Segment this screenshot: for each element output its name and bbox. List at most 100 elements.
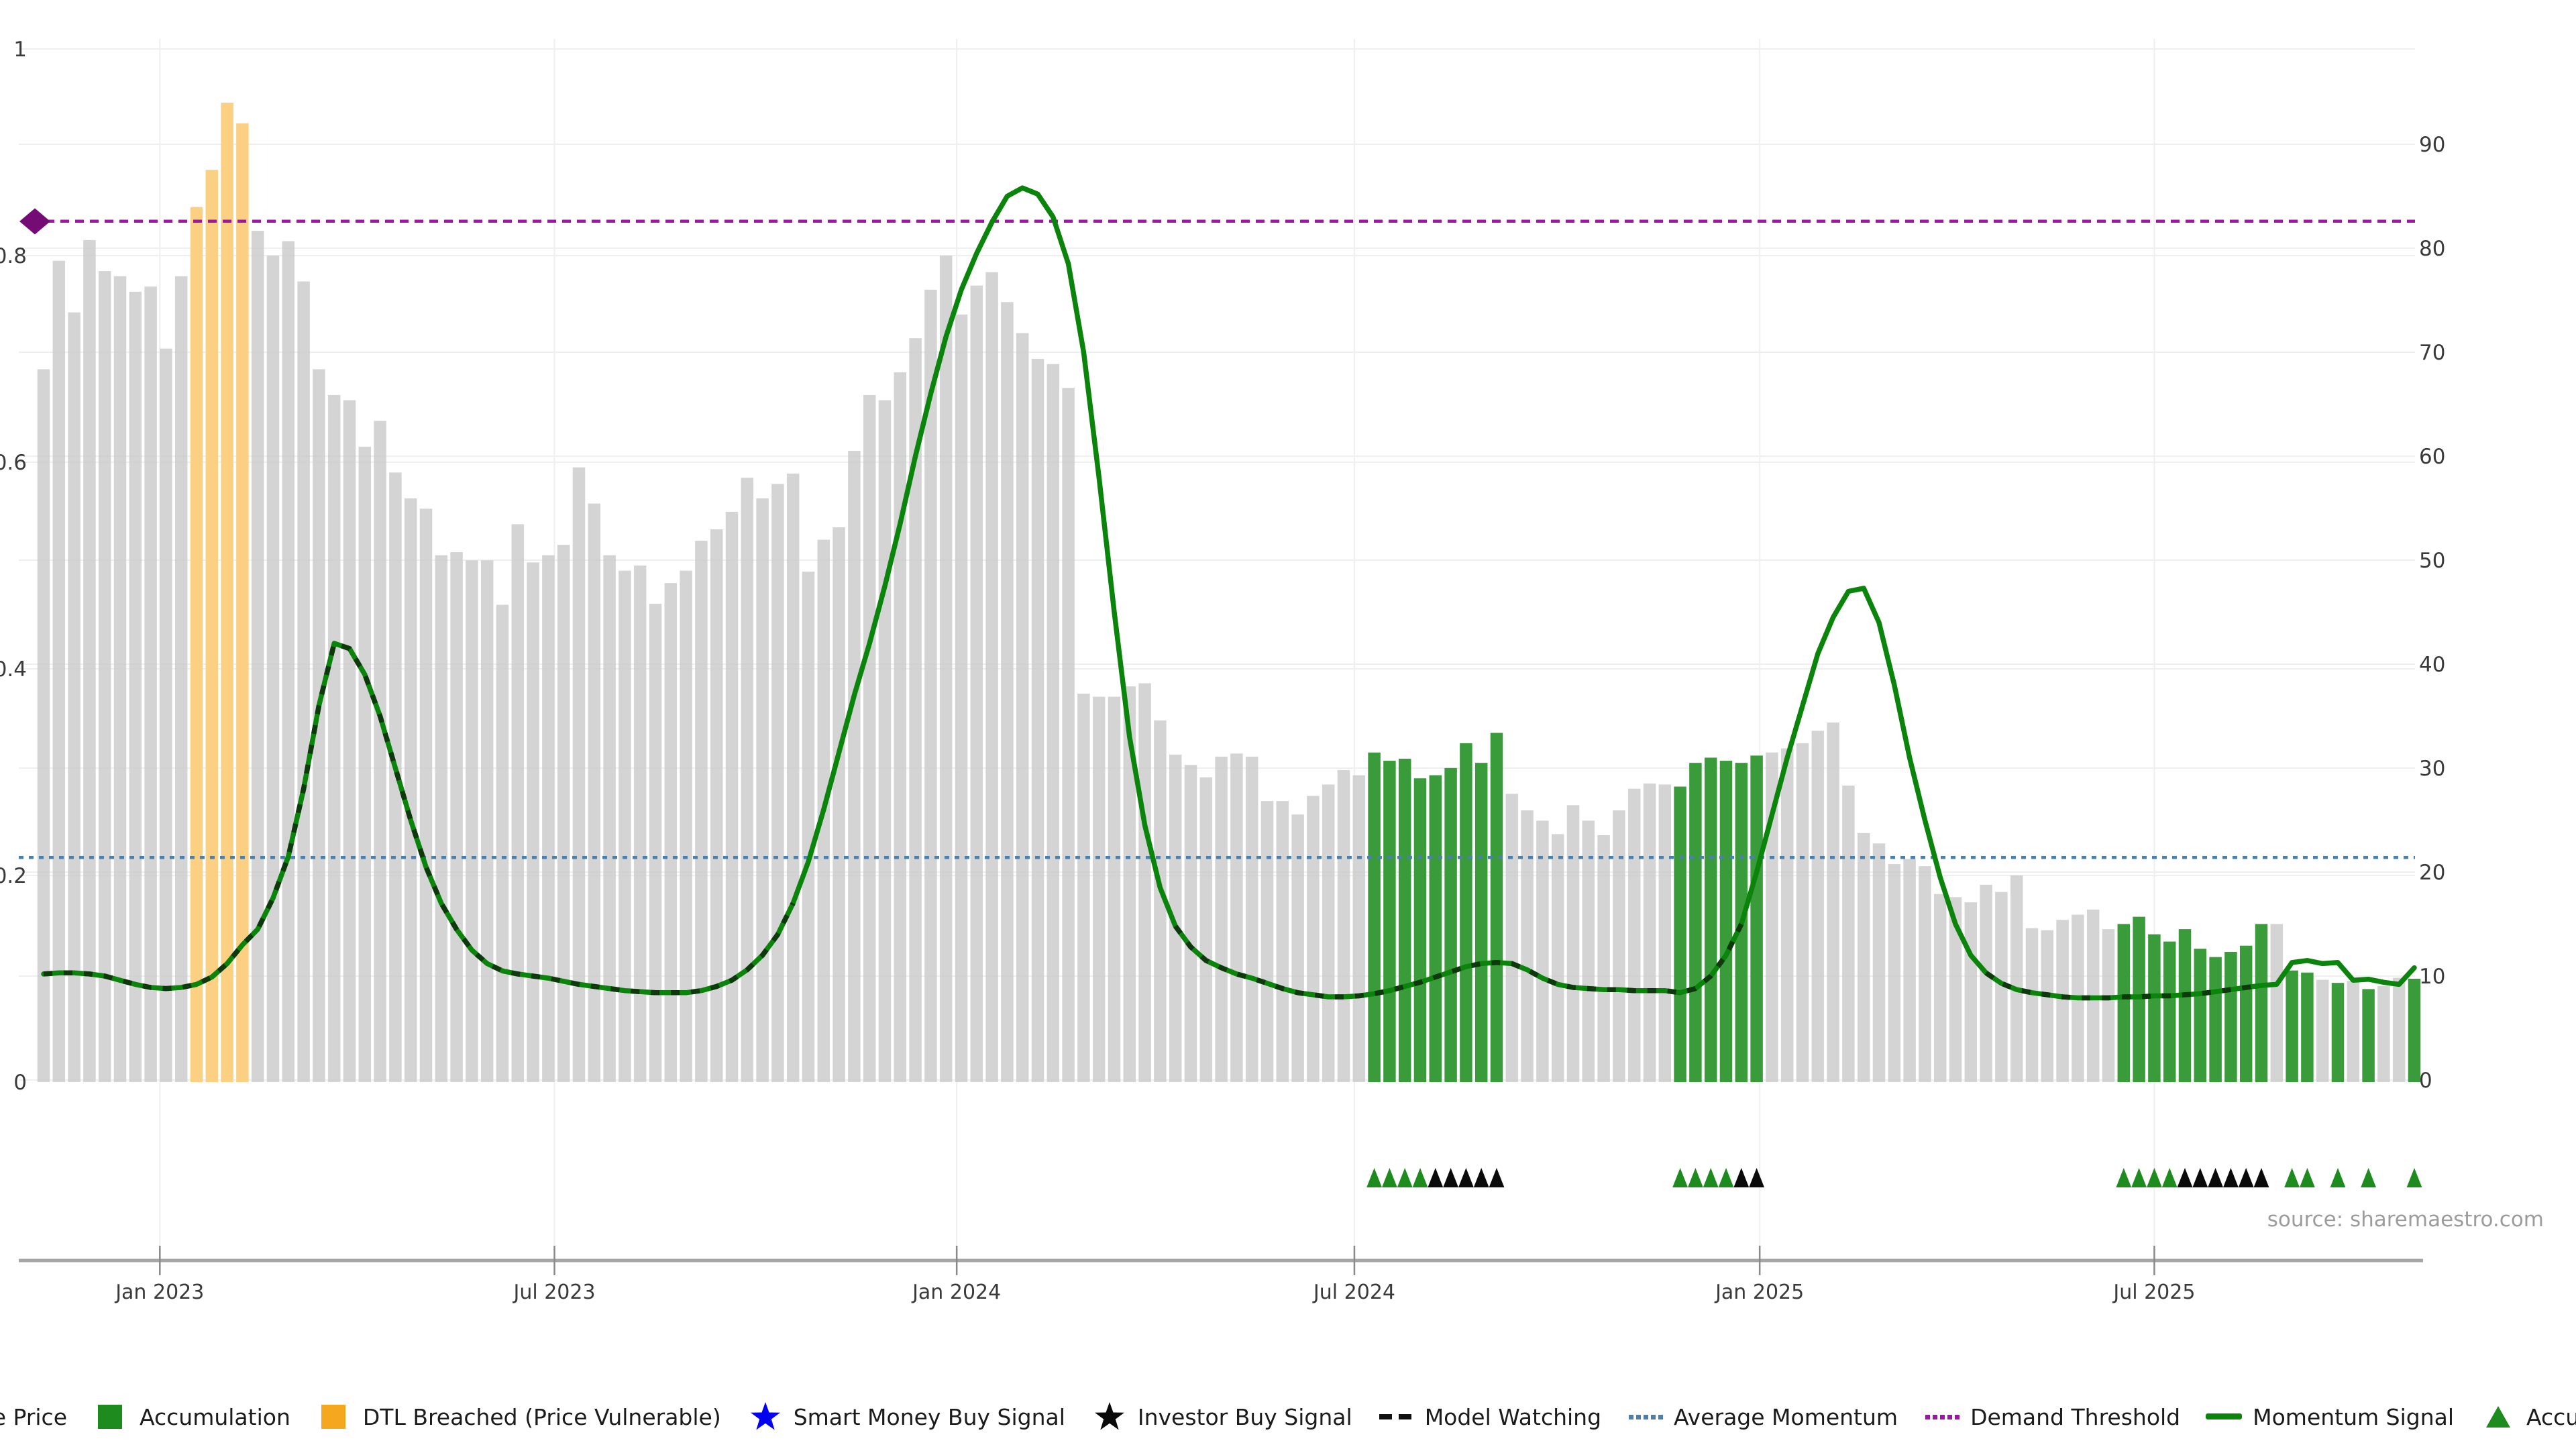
close-price-bar (99, 271, 111, 1082)
close-price-bar (1582, 820, 1595, 1082)
accumulation-bar (2133, 917, 2145, 1082)
legend-label: Accumulation (2526, 1404, 2576, 1430)
close-price-bar (1965, 902, 1978, 1082)
x-axis-tick-label: Jan 2025 (1714, 1281, 1804, 1304)
close-price-bar (2393, 977, 2406, 1082)
close-price-bar (1062, 388, 1075, 1082)
close-price-bar (2102, 929, 2115, 1082)
legend-item-accumulation: Accumulation (2479, 1401, 2576, 1433)
close-price-bar (1047, 364, 1060, 1082)
close-price-bar (481, 560, 494, 1082)
close-price-bar (1230, 753, 1243, 1082)
close-price-bar (680, 571, 692, 1082)
close-price-bar (649, 604, 662, 1082)
demand-threshold-diamond-icon (19, 209, 50, 235)
close-price-bar (1613, 810, 1625, 1082)
chart-window: Jan 2023Jul 2023Jan 2024Jul 2024Jan 2025… (0, 0, 2576, 1449)
close-price-bar (2010, 875, 2023, 1082)
close-price-bar (1032, 359, 1044, 1082)
accumulation-triangle-icon (2479, 1401, 2517, 1433)
right-axis-tick-label: 60 (2419, 445, 2445, 469)
close-price-bar (665, 583, 678, 1082)
legend-item-close-price: Close Price (0, 1401, 67, 1433)
accumulation-bar (2362, 989, 2375, 1082)
investor-triangle-icon (1443, 1168, 1458, 1187)
close-price-bar (527, 562, 539, 1082)
model-watching-segment (1175, 924, 1741, 998)
close-price-bar (1597, 835, 1610, 1082)
legend-item-dtl-breached-price-vulnerable: DTL Breached (Price Vulnerable) (316, 1401, 721, 1433)
close-price-bar (1796, 743, 1809, 1082)
average-momentum-dotted-icon (1627, 1401, 1664, 1433)
left-axis-tick-label: 0 (13, 1071, 27, 1095)
accumulation-triangle-icon (1382, 1168, 1397, 1187)
accumulation-triangle-icon (1672, 1168, 1688, 1187)
right-axis-tick-label: 0 (2419, 1069, 2432, 1093)
close-price-bar (420, 508, 433, 1082)
close-price-bar (1644, 784, 1656, 1082)
accumulation-bar (2194, 949, 2207, 1082)
close-price-bar (129, 292, 142, 1082)
investor-buy-signal-star-icon (1091, 1401, 1128, 1433)
close-price-bar (542, 555, 555, 1082)
dtl-breached-price-vulnerable-square-icon (316, 1401, 354, 1433)
accumulation-triangle-icon (2284, 1168, 2300, 1187)
accumulation-triangle-icon (1688, 1168, 1703, 1187)
investor-triangle-icon (1474, 1168, 1489, 1187)
investor-triangle-icon (1733, 1168, 1749, 1187)
accumulation-bar (1491, 733, 1503, 1082)
close-price-bar (1506, 794, 1519, 1082)
legend-label: Accumulation (140, 1404, 290, 1430)
close-price-bar (374, 421, 386, 1082)
legend-label: Close Price (0, 1404, 67, 1430)
investor-triangle-icon (1458, 1168, 1474, 1187)
close-price-bar (1934, 894, 1947, 1082)
accumulation-bar (1705, 757, 1717, 1082)
close-price-bar (1827, 722, 1839, 1082)
close-price-bar (573, 468, 586, 1082)
accumulation-bar (1674, 787, 1686, 1082)
accumulation-triangle-icon (1703, 1168, 1719, 1187)
close-price-bar (1919, 866, 1931, 1082)
close-price-bar (1108, 697, 1121, 1082)
accumulation-triangle-icon (1413, 1168, 1428, 1187)
accumulation-bar (1399, 759, 1411, 1082)
close-price-bar (83, 240, 95, 1082)
close-price-bar (756, 498, 769, 1082)
accumulation-bar (1750, 755, 1763, 1082)
close-price-bar (1138, 684, 1151, 1082)
accumulation-triangle-icon (2147, 1168, 2162, 1187)
legend-item-momentum-signal: Momentum Signal (2206, 1401, 2454, 1433)
close-price-bar (1842, 786, 1855, 1082)
demand-threshold-dotted-icon (1923, 1401, 1961, 1433)
close-price-bar (53, 261, 66, 1082)
close-price-bar (1200, 777, 1213, 1082)
accumulation-bar (2286, 971, 2298, 1082)
close-price-bar (985, 272, 998, 1082)
close-price-bar (496, 605, 509, 1082)
close-price-bar (328, 395, 341, 1082)
close-price-bar (1781, 749, 1794, 1082)
x-axis-tick-label: Jul 2025 (2112, 1281, 2195, 1304)
close-price-bar (512, 524, 525, 1082)
accumulation-bar (2224, 952, 2237, 1082)
close-price-bar (863, 395, 876, 1082)
close-price-bar (634, 566, 647, 1082)
legend-label: Model Watching (1425, 1404, 1601, 1430)
left-axis-tick-label: 1 (13, 38, 27, 62)
accumulation-bar (2179, 929, 2192, 1082)
close-price-bar (466, 560, 478, 1082)
close-price-bar (710, 529, 723, 1082)
accumulation-bar (1460, 743, 1472, 1082)
close-price-bar (1888, 864, 1901, 1082)
close-price-bar (1077, 694, 1090, 1082)
close-price-bar (359, 447, 372, 1082)
legend-item-demand-threshold: Demand Threshold (1923, 1401, 2180, 1433)
x-axis-tick-label: Jul 2023 (512, 1281, 595, 1304)
close-price-bar (971, 286, 983, 1082)
left-axis-tick-label: 0.4 (0, 657, 27, 682)
close-price-bar (1521, 810, 1534, 1082)
close-price-bar (1291, 814, 1304, 1082)
close-price-bar (343, 400, 356, 1082)
accumulation-triangle-icon (2407, 1168, 2422, 1187)
